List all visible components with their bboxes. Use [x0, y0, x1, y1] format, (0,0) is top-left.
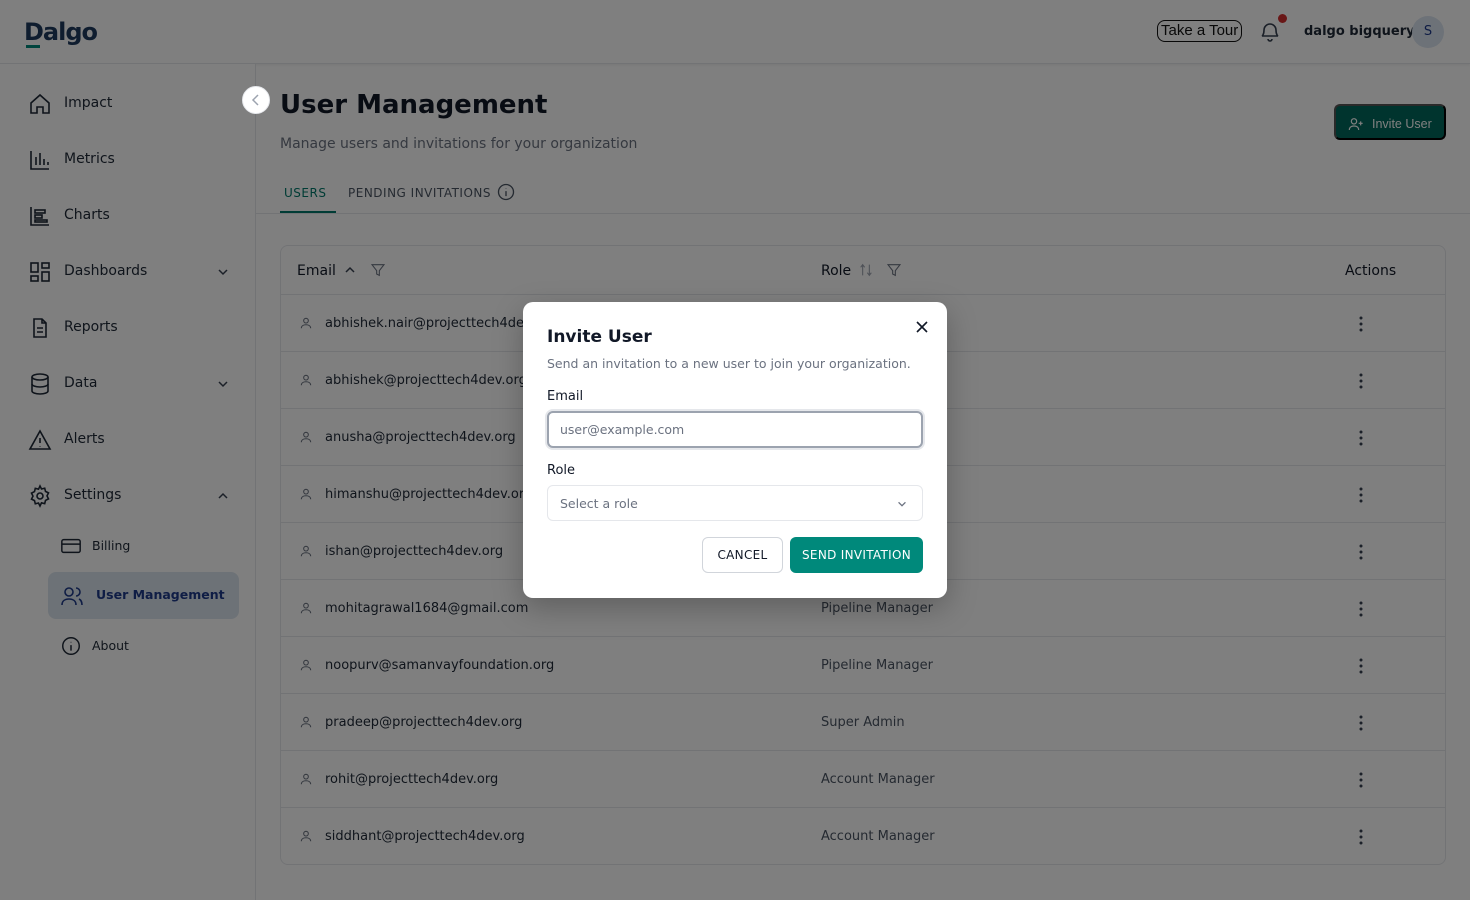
role-select[interactable]: Select a role [547, 485, 923, 521]
chevron-down-icon [898, 501, 906, 507]
role-label: Role [547, 463, 576, 478]
dialog-title: Invite User [547, 327, 652, 347]
close-icon[interactable] [915, 320, 929, 334]
email-label: Email [547, 389, 584, 404]
role-select-placeholder: Select a role [560, 496, 638, 511]
chevron-left-icon [251, 94, 259, 106]
collapse-sidebar-button[interactable] [242, 86, 270, 114]
dialog-subtitle: Send an invitation to a new user to join… [547, 356, 911, 371]
cancel-button[interactable]: CANCEL [702, 537, 783, 573]
email-field[interactable] [547, 411, 923, 448]
send-invitation-button[interactable]: SEND INVITATION [790, 537, 923, 573]
invite-user-dialog: Invite User Send an invitation to a new … [523, 302, 947, 598]
